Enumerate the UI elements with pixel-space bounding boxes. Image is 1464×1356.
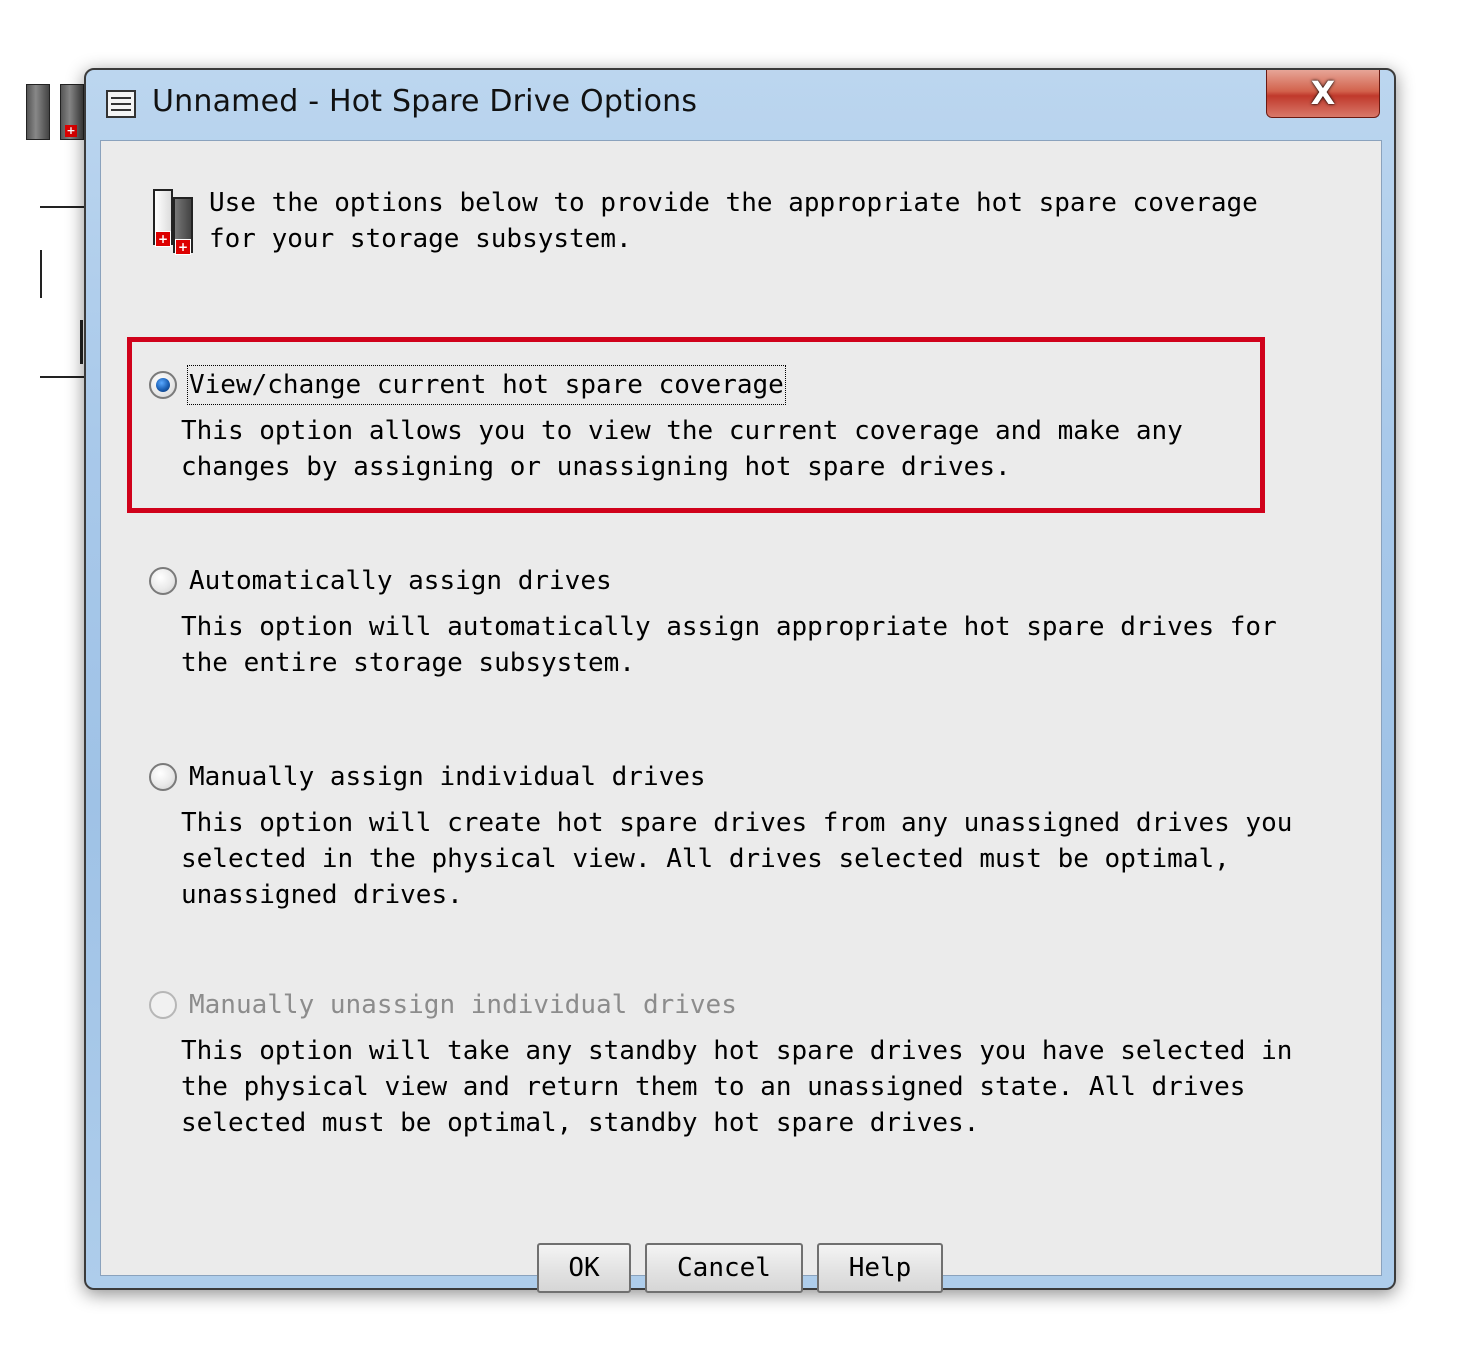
- background-divider: [40, 376, 84, 378]
- option-label[interactable]: Manually assign individual drives: [189, 759, 706, 795]
- hot-spare-dialog: Unnamed - Hot Spare Drive Options X + + U…: [84, 68, 1396, 1293]
- background-divider: [40, 250, 42, 298]
- option-label[interactable]: View/change current hot spare coverage: [187, 365, 786, 405]
- radio-manual-assign[interactable]: [149, 763, 177, 791]
- option-description: This option will take any standby hot sp…: [181, 1036, 1293, 1138]
- option-description: This option will automatically assign ap…: [181, 612, 1277, 678]
- title-bar[interactable]: Unnamed - Hot Spare Drive Options X: [86, 70, 1394, 140]
- stage: + Unnamed - Hot Spare Drive Options X + +…: [0, 0, 1464, 1356]
- option-description: This option will create hot spare drives…: [181, 808, 1293, 910]
- window-menu-icon[interactable]: [106, 90, 136, 118]
- background-divider: [40, 206, 84, 208]
- radio-auto-assign[interactable]: [149, 567, 177, 595]
- help-button[interactable]: Help: [817, 1243, 943, 1293]
- option-description: This option allows you to view the curre…: [181, 416, 1183, 482]
- close-button[interactable]: X: [1266, 70, 1380, 118]
- background-divider: [80, 320, 83, 364]
- dialog-body: + + Use the options below to provide the …: [100, 140, 1382, 1293]
- background-hot-spare-drive-icon: +: [60, 84, 84, 140]
- radio-view-change[interactable]: [149, 371, 177, 399]
- hot-spare-drives-icon: + +: [153, 189, 197, 255]
- background-drive-icon: [26, 84, 50, 140]
- option-label[interactable]: Automatically assign drives: [189, 563, 612, 599]
- cancel-button[interactable]: Cancel: [645, 1243, 803, 1293]
- radio-manual-unassign: [149, 991, 177, 1019]
- window-title: Unnamed - Hot Spare Drive Options: [152, 84, 698, 119]
- ok-button[interactable]: OK: [537, 1243, 631, 1293]
- option-label: Manually unassign individual drives: [189, 990, 737, 1020]
- intro-text: Use the options below to provide the app…: [209, 188, 1258, 254]
